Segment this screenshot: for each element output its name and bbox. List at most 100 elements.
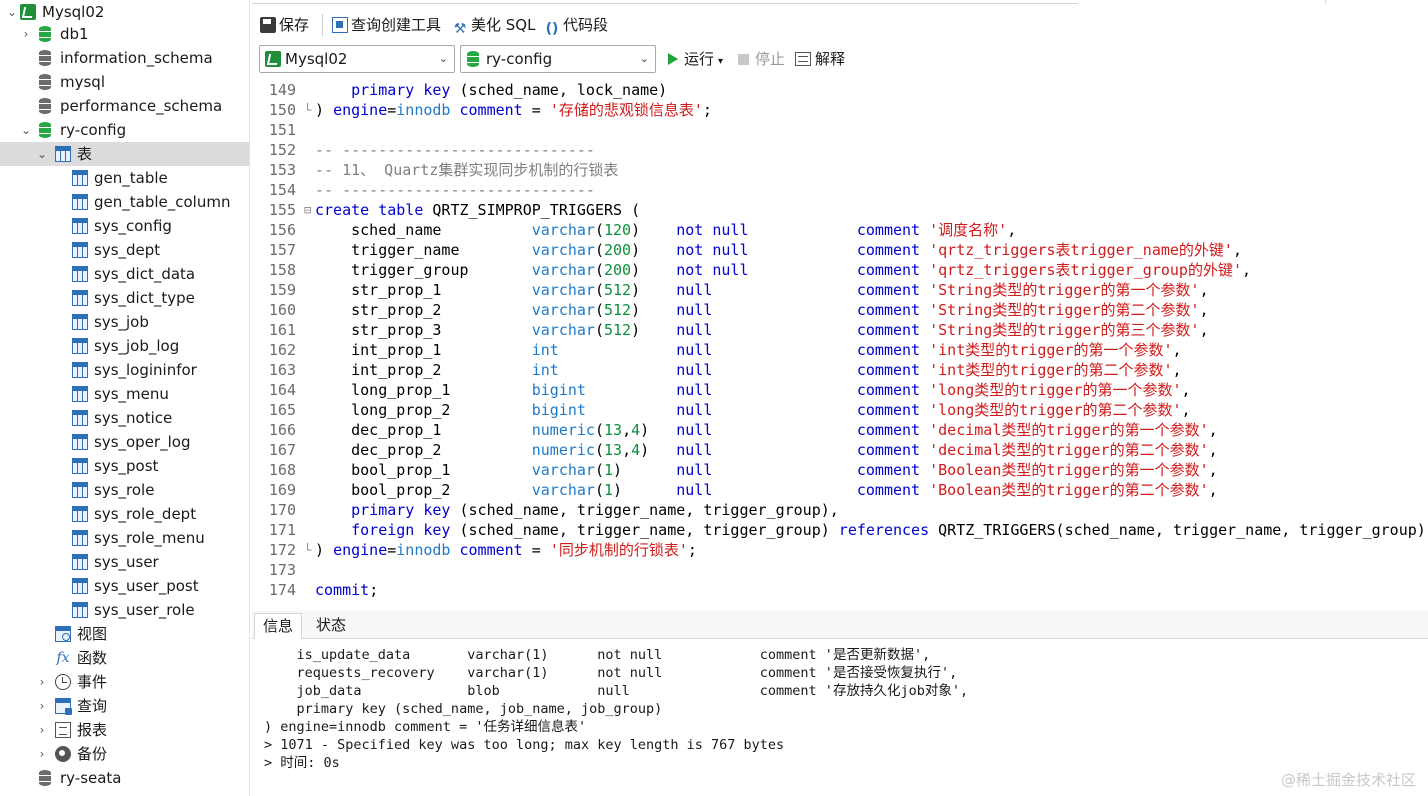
code-token: foreign key [351,521,451,539]
run-button[interactable]: 运行 ▾ [668,48,723,70]
query-icon [55,698,72,715]
beautify-sql-button[interactable]: ⚒ 美化 SQL [452,14,536,37]
tree-table-item[interactable]: sys_menu [0,382,249,406]
tree-folder-events[interactable]: › 事件 [0,670,249,694]
fold-marker[interactable]: ⊟ [304,200,311,220]
tree-folder-label: 报表 [77,721,108,739]
tree-table-item[interactable]: sys_user_role [0,598,249,622]
save-button[interactable]: 保存 [260,14,309,36]
connection-icon [20,4,36,20]
tree-table-item[interactable]: sys_role [0,478,249,502]
code-text: -- ---------------------------- [315,140,595,160]
connection-select[interactable]: Mysql02 ⌄ [259,45,455,73]
database-select[interactable]: ry-config ⌄ [460,45,656,73]
code-token: 'int类型的trigger的第二个参数' [929,361,1173,379]
tree-table-item[interactable]: sys_dict_type [0,286,249,310]
tree-db-ry-config[interactable]: ⌄ ry-config [0,118,249,142]
dropdown-arrow-icon[interactable]: ▾ [718,56,723,67]
tree-table-item[interactable]: sys_job_log [0,334,249,358]
tree-db-performance-schema[interactable]: performance_schema [0,94,249,118]
tree-table-item[interactable]: sys_job [0,310,249,334]
code-token: null [676,321,713,339]
query-builder-button[interactable]: 查询创建工具 [332,14,441,36]
line-number: 157 [268,241,296,259]
database-icon [38,770,54,786]
code-token: 4 [631,441,641,459]
tree-table-label: sys_user_role [94,601,195,619]
code-text: int_prop_1 int null comment 'int类型的trigg… [315,340,1181,360]
line-number: 165 [268,401,296,419]
chevron-right-icon[interactable]: › [36,742,48,766]
tree-table-label: sys_oper_log [94,433,191,451]
tree-folder-reports[interactable]: › 报表 [0,718,249,742]
code-token: dec_prop_2 [315,441,532,459]
code-token: , [1181,401,1191,419]
code-token: comment [856,361,921,379]
tree-db-ry-seata[interactable]: ry-seata [0,766,249,790]
explain-button[interactable]: 解释 [795,48,845,70]
tree-folder-queries[interactable]: › 查询 [0,694,249,718]
chevron-down-icon[interactable]: ⌄ [6,0,18,24]
code-token: comment [856,401,921,419]
tree-folder-functions[interactable]: fx 函数 [0,646,249,670]
code-token: varchar [531,461,595,479]
code-token: 120 [604,221,632,239]
code-token: commit [315,581,370,599]
tree-folder-backups[interactable]: › 备份 [0,742,249,766]
chevron-right-icon[interactable]: › [36,718,48,742]
tree-connection-mysql02[interactable]: ⌄ Mysql02 [0,0,249,24]
tree-table-item[interactable]: sys_config [0,214,249,238]
code-token: ) [613,481,677,499]
code-token: comment [459,541,523,559]
chevron-right-icon[interactable]: › [20,22,32,46]
tree-table-item[interactable]: sys_dept [0,238,249,262]
code-snippet-button[interactable]: () 代码段 [544,14,608,37]
tree-db-mysql[interactable]: mysql [0,70,249,94]
chevron-down-icon[interactable]: ⌄ [36,142,48,166]
code-token: 200 [604,241,632,259]
tree-folder-views[interactable]: 视图 [0,622,249,646]
code-token: 4 [631,421,641,439]
tree-db-db1[interactable]: › db1 [0,22,249,46]
tree-table-item[interactable]: sys_user_post [0,574,249,598]
line-number: 162 [268,341,296,359]
stop-button[interactable]: 停止 [738,48,785,70]
code-token: 'qrtz_triggers表trigger_group的外键' [929,261,1242,279]
code-token: = [387,101,397,119]
output-line: requests_recovery varchar(1) not null co… [264,665,958,681]
tree-db-information-schema[interactable]: information_schema [0,46,249,70]
tree-table-item[interactable]: sys_logininfor [0,358,249,382]
tree-table-item[interactable]: sys_role_dept [0,502,249,526]
line-number: 168 [268,461,296,479]
code-text: trigger_group varchar(200) not null comm… [315,260,1251,280]
fold-marker[interactable]: └ [304,100,311,120]
tree-table-item[interactable]: sys_dict_data [0,262,249,286]
tree-table-item[interactable]: gen_table [0,166,249,190]
tree-table-item[interactable]: sys_post [0,454,249,478]
code-token: bigint [531,401,586,419]
sql-editor[interactable]: 149 primary key (sched_name, lock_name) 1… [252,80,1428,605]
tree-table-item[interactable]: sys_role_menu [0,526,249,550]
chevron-right-icon[interactable]: › [36,694,48,718]
tree-table-item[interactable]: sys_notice [0,406,249,430]
code-text: primary key (sched_name, lock_name) [315,80,667,100]
tree-folder-tables[interactable]: ⌄ 表 [0,142,249,166]
tree-table-item[interactable]: sys_user [0,550,249,574]
tree-table-item[interactable]: sys_oper_log [0,430,249,454]
fold-marker[interactable]: └ [304,540,311,560]
code-token: long_prop_2 [315,401,532,419]
tab-info[interactable]: 信息 [254,613,303,639]
chevron-down-icon[interactable]: ⌄ [20,118,32,142]
object-tree-sidebar: ⌄ Mysql02 › db1 information_schema mysql… [0,0,250,796]
chevron-right-icon[interactable]: › [36,670,48,694]
code-token: '同步机制的行锁表' [549,541,688,559]
code-token: , [1242,261,1252,279]
tree-table-item[interactable]: gen_table_column [0,190,249,214]
tab-strip-divider [1325,0,1326,4]
tab-status[interactable]: 状态 [308,613,354,639]
